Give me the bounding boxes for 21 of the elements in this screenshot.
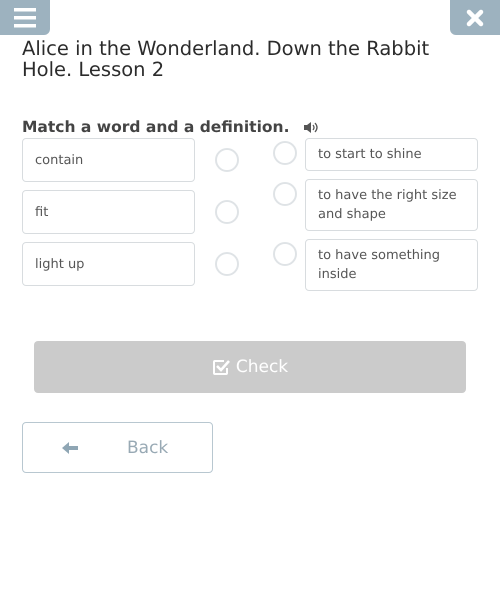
lesson-title: Alice in the Wonderland. Down the Rabbit Hole. Lesson 2 xyxy=(22,38,430,80)
match-circle[interactable] xyxy=(273,242,297,266)
definition-card[interactable]: to start to shine xyxy=(305,138,478,171)
match-circle[interactable] xyxy=(215,148,239,172)
checkbox-icon xyxy=(212,358,230,376)
definition-card[interactable]: to have the right size and shape xyxy=(305,179,478,231)
match-circle[interactable] xyxy=(273,182,297,206)
match-circle[interactable] xyxy=(215,200,239,224)
word-card[interactable]: light up xyxy=(22,242,195,286)
menu-button[interactable] xyxy=(0,0,50,35)
close-button[interactable] xyxy=(450,0,500,35)
match-circle[interactable] xyxy=(273,141,297,165)
close-icon xyxy=(466,8,484,26)
instruction-text: Match a word and a definition. xyxy=(22,118,290,136)
arrow-left-icon xyxy=(61,440,79,454)
menu-icon xyxy=(14,8,36,28)
match-circle[interactable] xyxy=(215,252,239,276)
word-card[interactable]: contain xyxy=(22,138,195,182)
speaker-icon[interactable] xyxy=(303,120,320,134)
word-card[interactable]: fit xyxy=(22,190,195,234)
definition-card[interactable]: to have something inside xyxy=(305,239,478,291)
